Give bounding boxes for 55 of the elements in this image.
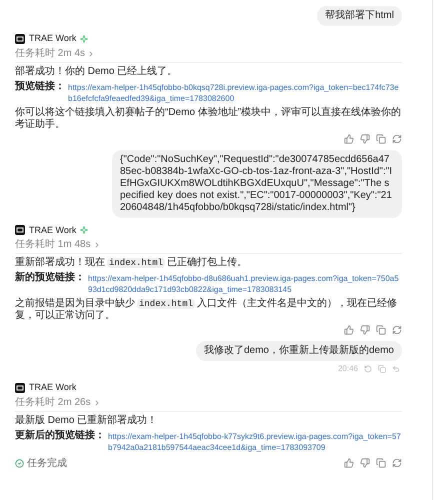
preview-link[interactable]: https://exam-helper-1h45qfobbo-b0kqsq728i.preview.iga-pages.com?iga_token=bec174fc73eb16efcfcfa9feaedfed39&iga_time=1783082600 <box>68 80 402 104</box>
assistant-name: TRAE Work <box>29 381 76 394</box>
message-paragraph: 部署成功！你的 Demo 已经上线了。 <box>15 66 178 78</box>
message-paragraph: 重新部署成功！现在 index.html 已正确打包上传。 <box>15 257 248 269</box>
thumbs-up-button[interactable] <box>344 134 354 144</box>
copy-icon <box>376 134 386 144</box>
user-message: 帮我部署下html <box>317 6 402 26</box>
retry-button[interactable] <box>364 365 372 373</box>
duration-toggle[interactable]: 任务耗时 1m 48s <box>15 239 101 251</box>
refresh-icon <box>392 134 402 144</box>
user-message: {"Code":"NoSuchKey","RequestId":"de30074785ecdd656a4785ec-b08384b-1wfaXc-GO-cb-tos-1az-front-aza-3","HostId":"IEfHGxGIUKXm8WOLdtihKBGXdEUxquU","Message":"The specified key does not exist.","EC":"0017-00000003","Key":"2120604848/1h45qfobbo/b0kqsq728i/static/index.html"} <box>112 150 402 218</box>
thumbs-up-button[interactable] <box>344 325 354 335</box>
link-label: 更新后的预览链接： <box>15 430 105 442</box>
message-paragraph: 之前报错是因为目录中缺少 index.html 入口文件（主文件名是中文的），现在已经修复，可以正常访问了。 <box>15 298 398 322</box>
thumbs-down-icon <box>360 134 370 144</box>
regenerate-button[interactable] <box>392 325 402 335</box>
regenerate-button[interactable] <box>392 134 402 144</box>
refresh-icon <box>392 458 402 468</box>
copy-icon <box>378 365 386 373</box>
copy-icon <box>376 458 386 468</box>
copy-button[interactable] <box>376 134 386 144</box>
copy-button[interactable] <box>376 325 386 335</box>
message-paragraph: 最新版 Demo 已重新部署成功！ <box>15 414 158 426</box>
thumbs-down-icon <box>360 458 370 468</box>
preview-link[interactable]: https://exam-helper-1h45qfobbo-d8u686uah1.preview.iga-pages.com?iga_token=750a593d1cd9820dda9c171d93cb0822&iga_time=1783083145 <box>88 272 402 295</box>
link-label: 新的预览链接： <box>15 272 85 284</box>
preview-link[interactable]: https://exam-helper-1h45qfobbo-k77sykz9t6.preview.iga-pages.com?iga_token=57b7942a0a2181b597544aeac34cee1d&iga_time=1783093709 <box>108 430 402 452</box>
duration-toggle[interactable]: 任务耗时 2m 26s <box>15 396 101 408</box>
message-time: 20:46 <box>338 363 358 375</box>
duration-toggle[interactable]: 任务耗时 2m 4s <box>15 48 96 60</box>
undo-button[interactable] <box>392 365 400 373</box>
thumbs-down-button[interactable] <box>360 458 370 468</box>
thumbs-down-icon <box>360 325 370 335</box>
thumbs-down-button[interactable] <box>360 325 370 335</box>
copy-icon <box>376 325 386 335</box>
thumbs-up-icon <box>344 325 354 335</box>
copy-button[interactable] <box>378 365 386 373</box>
copy-button[interactable] <box>376 458 386 468</box>
user-message: 我修改了demo，你重新上传最新版的demo <box>196 341 402 361</box>
app-logo-icon <box>15 382 25 393</box>
app-logo-icon <box>15 34 25 44</box>
app-logo-icon <box>15 225 25 236</box>
retry-icon <box>364 365 372 373</box>
assistant-name: TRAE Work <box>29 32 76 45</box>
refresh-icon <box>392 325 402 335</box>
thumbs-down-button[interactable] <box>360 134 370 144</box>
regenerate-button[interactable] <box>392 458 402 468</box>
assistant-name: TRAE Work <box>29 224 76 236</box>
undo-icon <box>392 365 400 373</box>
message-paragraph: 你可以将这个链接填入初赛帖子的“Demo 体验地址”模块中，评审可以直接在线体验你的考证助手。 <box>15 106 402 130</box>
thumbs-up-icon <box>344 458 354 468</box>
link-label: 预览链接： <box>15 80 65 92</box>
status-text: 任务完成 <box>27 456 67 470</box>
thumbs-up-icon <box>344 134 354 144</box>
thumbs-up-button[interactable] <box>344 458 354 468</box>
